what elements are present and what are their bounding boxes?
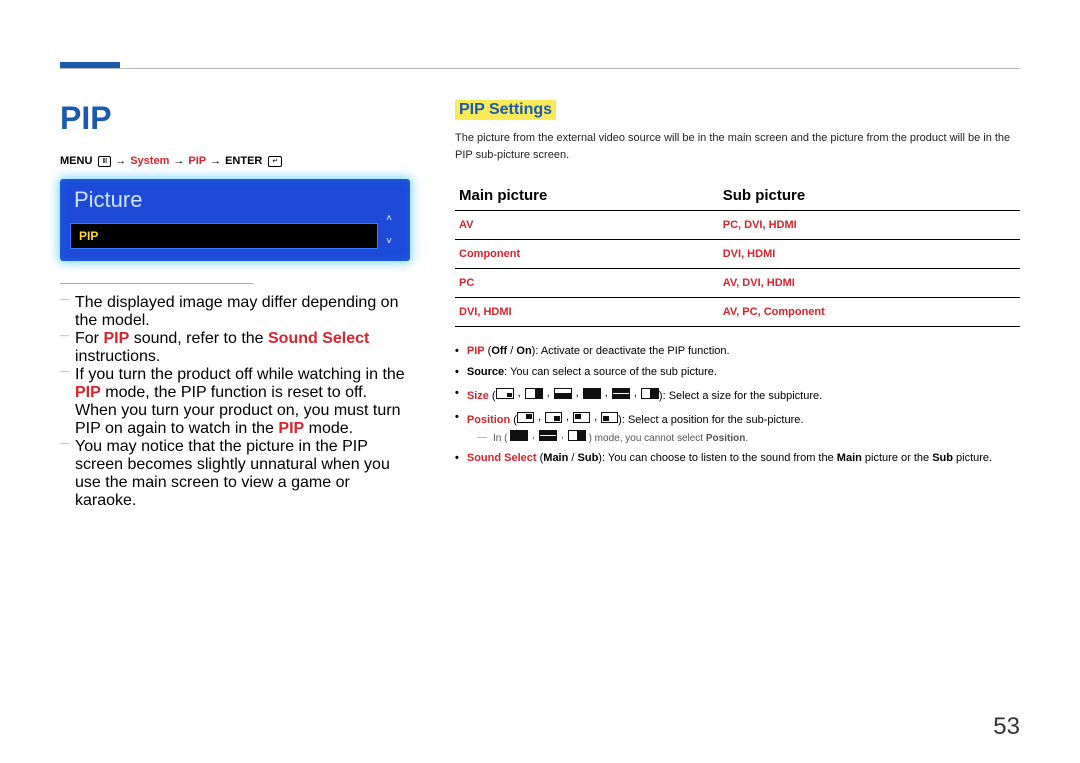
section-heading: PIP Settings xyxy=(455,100,556,120)
footnotes: The displayed image may differ depending… xyxy=(60,294,410,510)
position-icons: , , , xyxy=(517,407,618,428)
mode-right-icon xyxy=(568,430,586,441)
footnote-4: You may notice that the picture in the P… xyxy=(60,438,410,510)
header-accent xyxy=(60,62,120,68)
settings-list: PIP (Off / On): Activate or deactivate t… xyxy=(455,341,1020,430)
size-small-icon xyxy=(496,388,514,399)
osd-selected-item: PIP xyxy=(70,223,378,249)
footnote-2: For PIP sound, refer to the Sound Select… xyxy=(60,330,410,366)
chevron-down-icon: ˅ xyxy=(386,236,392,247)
list-item: Position ( , , , ): Select a position fo… xyxy=(455,407,1020,431)
pos-tr-icon xyxy=(517,412,534,423)
enter-button-icon: ↵ xyxy=(268,156,282,167)
breadcrumb-pip: PIP xyxy=(188,155,206,167)
page-number: 53 xyxy=(993,713,1020,741)
right-column: PIP Settings The picture from the extern… xyxy=(455,100,1020,510)
breadcrumb: MENU Ⅲ → System → PIP → ENTER ↵ xyxy=(60,155,410,167)
size-bottom-icon xyxy=(554,388,572,399)
source-table: Main picture Sub picture AV PC, DVI, HDM… xyxy=(455,181,1020,327)
table-row: AV PC, DVI, HDMI xyxy=(455,211,1020,240)
list-item: Sound Select (Main / Sub): You can choos… xyxy=(455,448,1020,469)
menu-button-icon: Ⅲ xyxy=(98,156,111,167)
size-quarter-icon xyxy=(641,388,659,399)
table-row: Component DVI, HDMI xyxy=(455,240,1020,269)
arrow-right-icon: → xyxy=(173,156,184,167)
pos-br-icon xyxy=(545,412,562,423)
osd-arrow-column: ˄ ˅ xyxy=(378,213,400,247)
osd-menu-panel: Picture PIP ˄ ˅ xyxy=(60,179,410,261)
left-column: PIP MENU Ⅲ → System → PIP → ENTER ↵ Pict… xyxy=(60,100,410,510)
size-half-h-icon xyxy=(612,388,630,399)
divider xyxy=(60,283,253,284)
list-item: Source: You can select a source of the s… xyxy=(455,362,1020,383)
chevron-up-icon: ˄ xyxy=(386,213,392,224)
list-item: Size ( , , , , , ): Select a size for th… xyxy=(455,383,1020,407)
pos-tl-icon xyxy=(573,412,590,423)
pos-bl-icon xyxy=(601,412,618,423)
table-row: PC AV, DVI, HDMI xyxy=(455,269,1020,298)
breadcrumb-menu: MENU xyxy=(60,155,92,167)
footnote-1: The displayed image may differ depending… xyxy=(60,294,410,330)
mode-half-v-icon xyxy=(510,430,528,441)
header-rule xyxy=(60,68,1020,69)
size-icons: , , , , , xyxy=(496,383,659,404)
breadcrumb-system: System xyxy=(130,155,169,167)
table-header-sub: Sub picture xyxy=(719,181,1020,211)
arrow-right-icon: → xyxy=(115,156,126,167)
size-right-icon xyxy=(525,388,543,399)
page-title: PIP xyxy=(60,100,410,137)
arrow-right-icon: → xyxy=(210,156,221,167)
size-half-v-icon xyxy=(583,388,601,399)
excluded-mode-icons: , , xyxy=(510,430,586,441)
table-header-main: Main picture xyxy=(455,181,719,211)
table-row: DVI, HDMI AV, PC, Component xyxy=(455,298,1020,327)
section-intro: The picture from the external video sour… xyxy=(455,130,1020,163)
mode-half-h-icon xyxy=(539,430,557,441)
position-sub-note: In ( , , ) mode, you cannot select Posit… xyxy=(477,430,1020,444)
list-item: PIP (Off / On): Activate or deactivate t… xyxy=(455,341,1020,362)
osd-category-label: Picture xyxy=(74,187,400,213)
settings-list-cont: Sound Select (Main / Sub): You can choos… xyxy=(455,448,1020,469)
breadcrumb-enter: ENTER xyxy=(225,155,262,167)
footnote-3: If you turn the product off while watchi… xyxy=(60,366,410,438)
